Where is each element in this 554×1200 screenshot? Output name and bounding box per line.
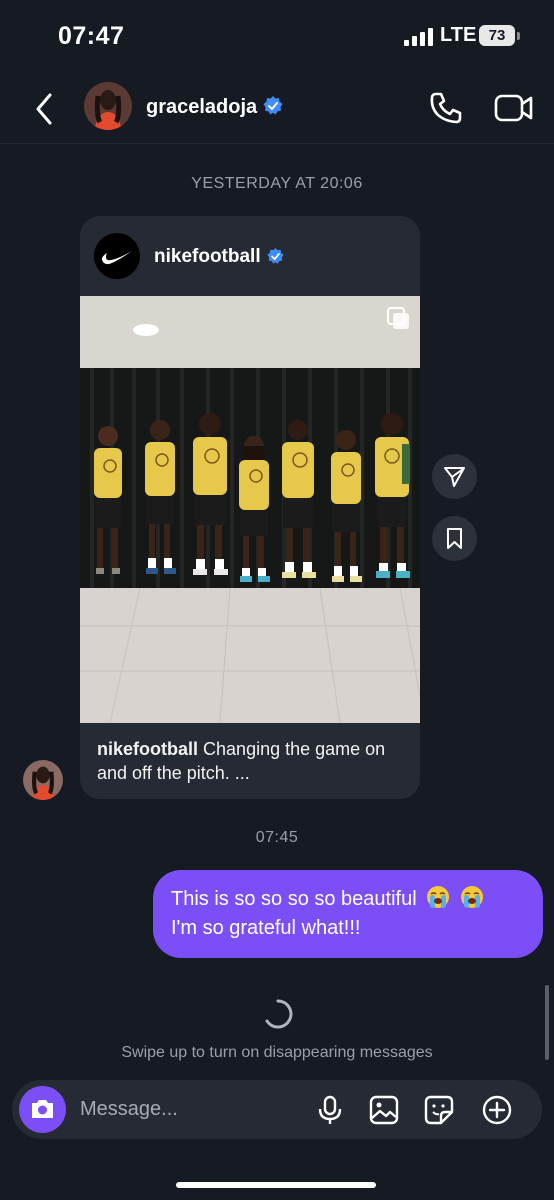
post-author[interactable]: nikefootball — [154, 246, 284, 268]
message-line-1: This is so so so so beautiful — [171, 885, 525, 914]
post-author-name: nikefootball — [154, 246, 261, 267]
gallery-icon[interactable] — [368, 1094, 400, 1126]
caption-author: nikefootball — [97, 739, 199, 759]
username-text: graceladoja — [146, 96, 258, 118]
send-icon — [444, 467, 465, 487]
message-text-1: This is so so so so beautiful — [171, 888, 417, 910]
bookmark-icon — [447, 528, 462, 549]
shared-post-card[interactable]: nikefootball nikefootball Changing the g… — [80, 216, 420, 799]
message-timestamp: 07:45 — [255, 829, 299, 846]
message-input[interactable] — [80, 1094, 300, 1124]
crying-face-emoji-icon — [460, 886, 483, 908]
camera-icon — [32, 1100, 53, 1118]
battery-indicator: 73 — [479, 25, 515, 46]
cellular-signal-icon — [404, 28, 433, 46]
nike-swoosh-icon — [101, 251, 132, 265]
sticker-icon[interactable] — [423, 1094, 455, 1126]
sender-avatar[interactable] — [23, 760, 63, 800]
video-call-icon[interactable] — [494, 92, 534, 124]
status-bar: 07:47 LTE 73 — [0, 0, 554, 70]
chat-header: graceladoja — [0, 74, 554, 144]
loading-spinner-icon — [265, 999, 293, 1029]
share-button[interactable] — [432, 454, 477, 499]
outgoing-message-bubble[interactable]: This is so so so so beautiful I'm so gra… — [153, 870, 543, 958]
battery-cap-icon — [517, 32, 520, 40]
message-timestamp: YESTERDAY AT 20:06 — [191, 175, 363, 192]
disappearing-messages-hint[interactable]: Swipe up to turn on disappearing message… — [0, 1044, 554, 1062]
verified-badge-icon — [267, 248, 284, 264]
crying-face-emoji-icon — [427, 886, 450, 908]
scrollbar[interactable] — [545, 985, 549, 1060]
message-composer — [12, 1080, 542, 1139]
status-time: 07:47 — [58, 22, 125, 50]
network-type: LTE — [440, 24, 477, 46]
avatar-image — [84, 82, 132, 130]
contact-username[interactable]: graceladoja — [146, 96, 283, 119]
back-icon[interactable] — [30, 92, 60, 126]
verified-badge-icon — [263, 96, 283, 115]
home-indicator[interactable] — [176, 1182, 376, 1188]
post-author-avatar[interactable] — [94, 233, 140, 279]
post-photo[interactable] — [80, 296, 420, 723]
save-button[interactable] — [432, 516, 477, 561]
add-icon[interactable] — [481, 1094, 513, 1126]
camera-button[interactable] — [19, 1086, 66, 1133]
phone-call-icon[interactable] — [428, 90, 464, 126]
message-line-2: I'm so grateful what!!! — [171, 917, 361, 939]
contact-avatar[interactable] — [84, 82, 132, 130]
avatar-image — [23, 760, 63, 800]
microphone-icon[interactable] — [314, 1094, 346, 1126]
post-caption[interactable]: nikefootball Changing the game on and of… — [97, 737, 407, 785]
post-header[interactable]: nikefootball — [80, 216, 420, 296]
